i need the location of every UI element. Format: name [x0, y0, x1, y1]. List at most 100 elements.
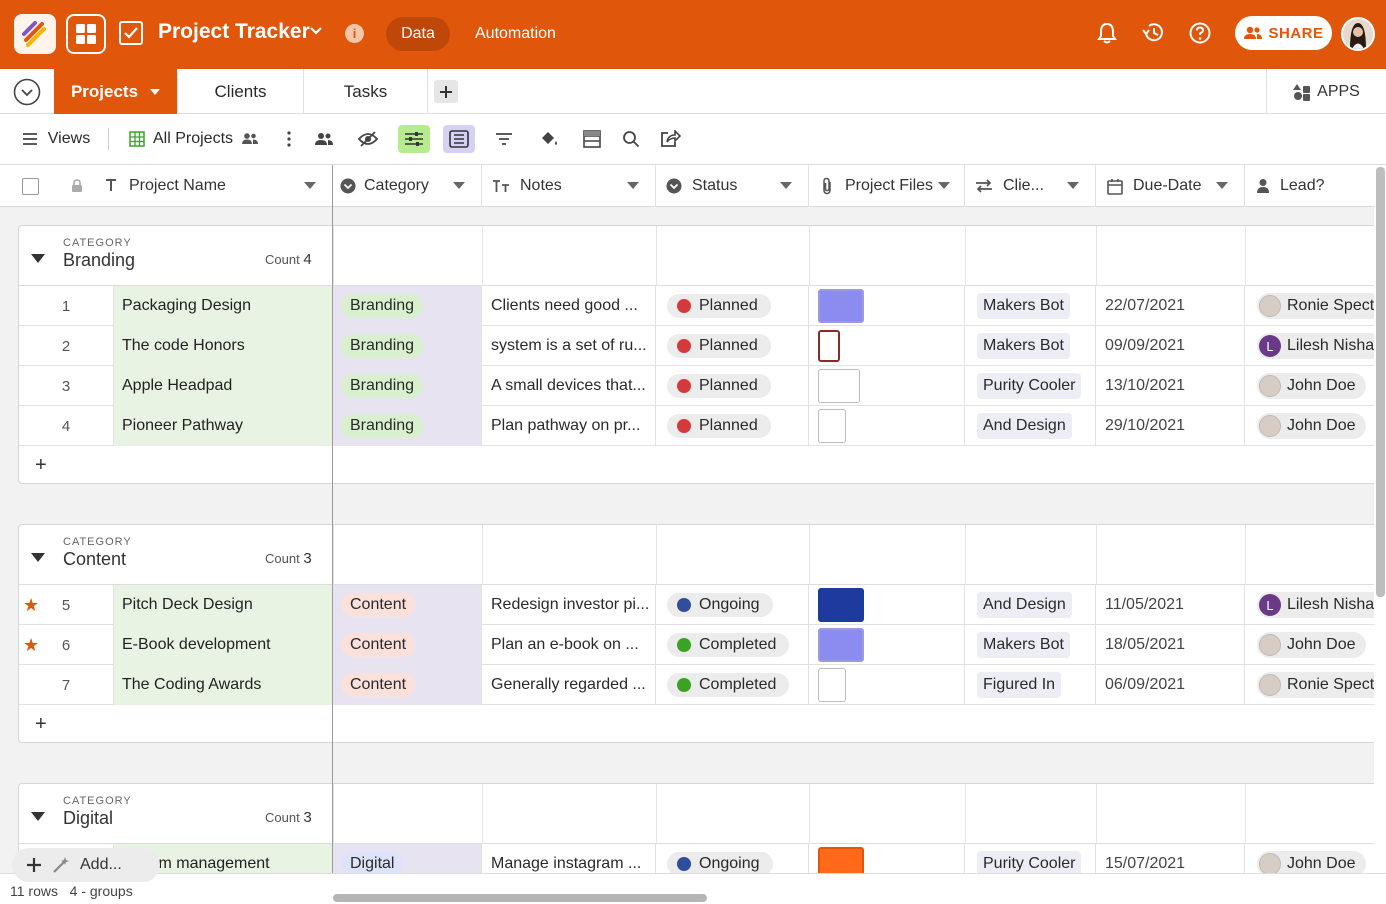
- files-cell[interactable]: [809, 625, 965, 665]
- category-cell[interactable]: Digital: [333, 844, 482, 873]
- share-view-icon[interactable]: [656, 126, 684, 152]
- people-icon[interactable]: [310, 126, 338, 152]
- client-cell[interactable]: Makers Bot: [965, 326, 1096, 366]
- table-row[interactable]: ...gram management Digital Manage instagra…: [19, 844, 1374, 873]
- files-cell[interactable]: [809, 406, 965, 446]
- hide-fields-icon[interactable]: [354, 126, 382, 152]
- project-name-cell[interactable]: The Coding Awards: [114, 665, 333, 705]
- star-icon[interactable]: ★: [23, 635, 39, 656]
- nav-data[interactable]: Data: [386, 17, 450, 51]
- share-button[interactable]: SHARE: [1235, 16, 1332, 50]
- client-link[interactable]: Purity Cooler: [977, 373, 1082, 399]
- category-cell[interactable]: Branding: [333, 286, 482, 326]
- table-row[interactable]: ★ 6 E-Book development Content Plan an e-boo…: [19, 625, 1374, 665]
- client-link[interactable]: Makers Bot: [977, 293, 1070, 319]
- client-link[interactable]: Makers Bot: [977, 632, 1070, 658]
- due-date-cell[interactable]: 18/05/2021: [1096, 625, 1245, 665]
- project-name-cell[interactable]: The code Honors: [114, 326, 333, 366]
- project-name-cell[interactable]: Pioneer Pathway: [114, 406, 333, 446]
- status-cell[interactable]: Planned: [656, 326, 809, 366]
- box-thumbnail-icon[interactable]: [818, 289, 864, 323]
- instagram-thumbnail-icon[interactable]: [818, 847, 864, 873]
- headphones-thumbnail-icon[interactable]: [818, 369, 860, 403]
- lead-cell[interactable]: John Doe: [1245, 366, 1374, 406]
- category-cell[interactable]: Branding: [333, 326, 482, 366]
- add-row-button[interactable]: +: [19, 705, 1374, 744]
- apps-grid-icon[interactable]: [66, 14, 106, 54]
- collapse-triangle-icon[interactable]: [31, 254, 45, 263]
- lead-cell[interactable]: John Doe: [1245, 625, 1374, 665]
- client-link[interactable]: And Design: [977, 592, 1072, 618]
- select-all-checkbox[interactable]: [0, 165, 60, 207]
- status-cell[interactable]: Ongoing: [656, 844, 809, 873]
- lead-cell[interactable]: Ronie Spector: [1245, 286, 1374, 326]
- add-table-button[interactable]: [434, 80, 458, 103]
- files-cell[interactable]: [809, 366, 965, 406]
- current-view-button[interactable]: All Projects: [124, 126, 264, 152]
- caret-down-icon[interactable]: [304, 182, 316, 189]
- customize-fields-icon[interactable]: [398, 125, 430, 153]
- caret-down-icon[interactable]: [780, 182, 792, 189]
- notes-cell[interactable]: Generally regarded ...: [482, 665, 656, 705]
- group-header[interactable]: CATEGORY Digital Count 3: [19, 784, 1374, 844]
- lead-cell[interactable]: John Doe: [1245, 406, 1374, 446]
- caret-down-icon[interactable]: [1216, 182, 1228, 189]
- notes-cell[interactable]: Clients need good ...: [482, 286, 656, 326]
- add-row-button[interactable]: +: [19, 446, 1374, 485]
- header-notes[interactable]: Notes: [482, 165, 656, 207]
- files-cell[interactable]: [809, 326, 965, 366]
- status-cell[interactable]: Ongoing: [656, 585, 809, 625]
- client-cell[interactable]: Purity Cooler: [965, 366, 1096, 406]
- client-cell[interactable]: And Design: [965, 585, 1096, 625]
- category-cell[interactable]: Branding: [333, 366, 482, 406]
- due-date-cell[interactable]: 09/09/2021: [1096, 326, 1245, 366]
- star-icon[interactable]: ★: [23, 595, 39, 616]
- notes-cell[interactable]: Plan an e-book on ...: [482, 625, 656, 665]
- category-cell[interactable]: Branding: [333, 406, 482, 446]
- table-row[interactable]: ★ 5 Pitch Deck Design Content Redesign inves…: [19, 585, 1374, 625]
- category-cell[interactable]: Content: [333, 665, 482, 705]
- status-cell[interactable]: Planned: [656, 406, 809, 446]
- notes-cell[interactable]: Manage instagram ...: [482, 844, 656, 873]
- files-cell[interactable]: [809, 286, 965, 326]
- header-client[interactable]: Clie...: [965, 165, 1096, 207]
- status-cell[interactable]: Planned: [656, 286, 809, 326]
- client-link[interactable]: And Design: [977, 413, 1072, 439]
- due-date-cell[interactable]: 15/07/2021: [1096, 844, 1245, 873]
- app-logo-icon[interactable]: [14, 14, 56, 54]
- collapse-triangle-icon[interactable]: [31, 812, 45, 821]
- doc-thumbnail-icon[interactable]: [818, 409, 846, 443]
- table-row[interactable]: 2 The code Honors Branding system is a set …: [19, 326, 1374, 366]
- group-header[interactable]: CATEGORY Branding Count 4: [19, 226, 1374, 286]
- caret-down-icon[interactable]: [627, 182, 639, 189]
- client-cell[interactable]: Purity Cooler: [965, 844, 1096, 873]
- lead-cell[interactable]: Ronie Spector: [1245, 665, 1374, 705]
- header-status[interactable]: Status: [656, 165, 809, 207]
- status-cell[interactable]: Completed: [656, 625, 809, 665]
- presentation-thumbnail-icon[interactable]: [818, 588, 864, 622]
- apps-button[interactable]: APPS: [1266, 69, 1386, 114]
- filter-icon[interactable]: [490, 126, 518, 152]
- ebook-thumbnail-icon[interactable]: [818, 628, 864, 662]
- table-row[interactable]: 7 The Coding Awards Content Generally regar…: [19, 665, 1374, 705]
- user-avatar[interactable]: [1341, 17, 1375, 51]
- due-date-cell[interactable]: 06/09/2021: [1096, 665, 1245, 705]
- add-button[interactable]: Add...: [12, 848, 160, 882]
- files-cell[interactable]: [809, 585, 965, 625]
- table-row[interactable]: 1 Packaging Design Branding Clients need go…: [19, 286, 1374, 326]
- tab-tasks[interactable]: Tasks: [304, 69, 428, 114]
- due-date-cell[interactable]: 29/10/2021: [1096, 406, 1245, 446]
- chevron-down-icon[interactable]: [309, 24, 323, 43]
- tab-projects[interactable]: Projects: [54, 69, 178, 114]
- header-due-date[interactable]: Due-Date: [1096, 165, 1245, 207]
- doc-thumbnail-icon[interactable]: [818, 668, 846, 702]
- caret-down-icon[interactable]: [1067, 182, 1079, 189]
- header-lead[interactable]: Lead?: [1245, 165, 1375, 207]
- notes-cell[interactable]: Redesign investor pi...: [482, 585, 656, 625]
- project-name-cell[interactable]: Packaging Design: [114, 286, 333, 326]
- client-cell[interactable]: Makers Bot: [965, 625, 1096, 665]
- collapse-triangle-icon[interactable]: [31, 553, 45, 562]
- caret-down-icon[interactable]: [453, 182, 465, 189]
- notes-cell[interactable]: system is a set of ru...: [482, 326, 656, 366]
- notes-cell[interactable]: A small devices that...: [482, 366, 656, 406]
